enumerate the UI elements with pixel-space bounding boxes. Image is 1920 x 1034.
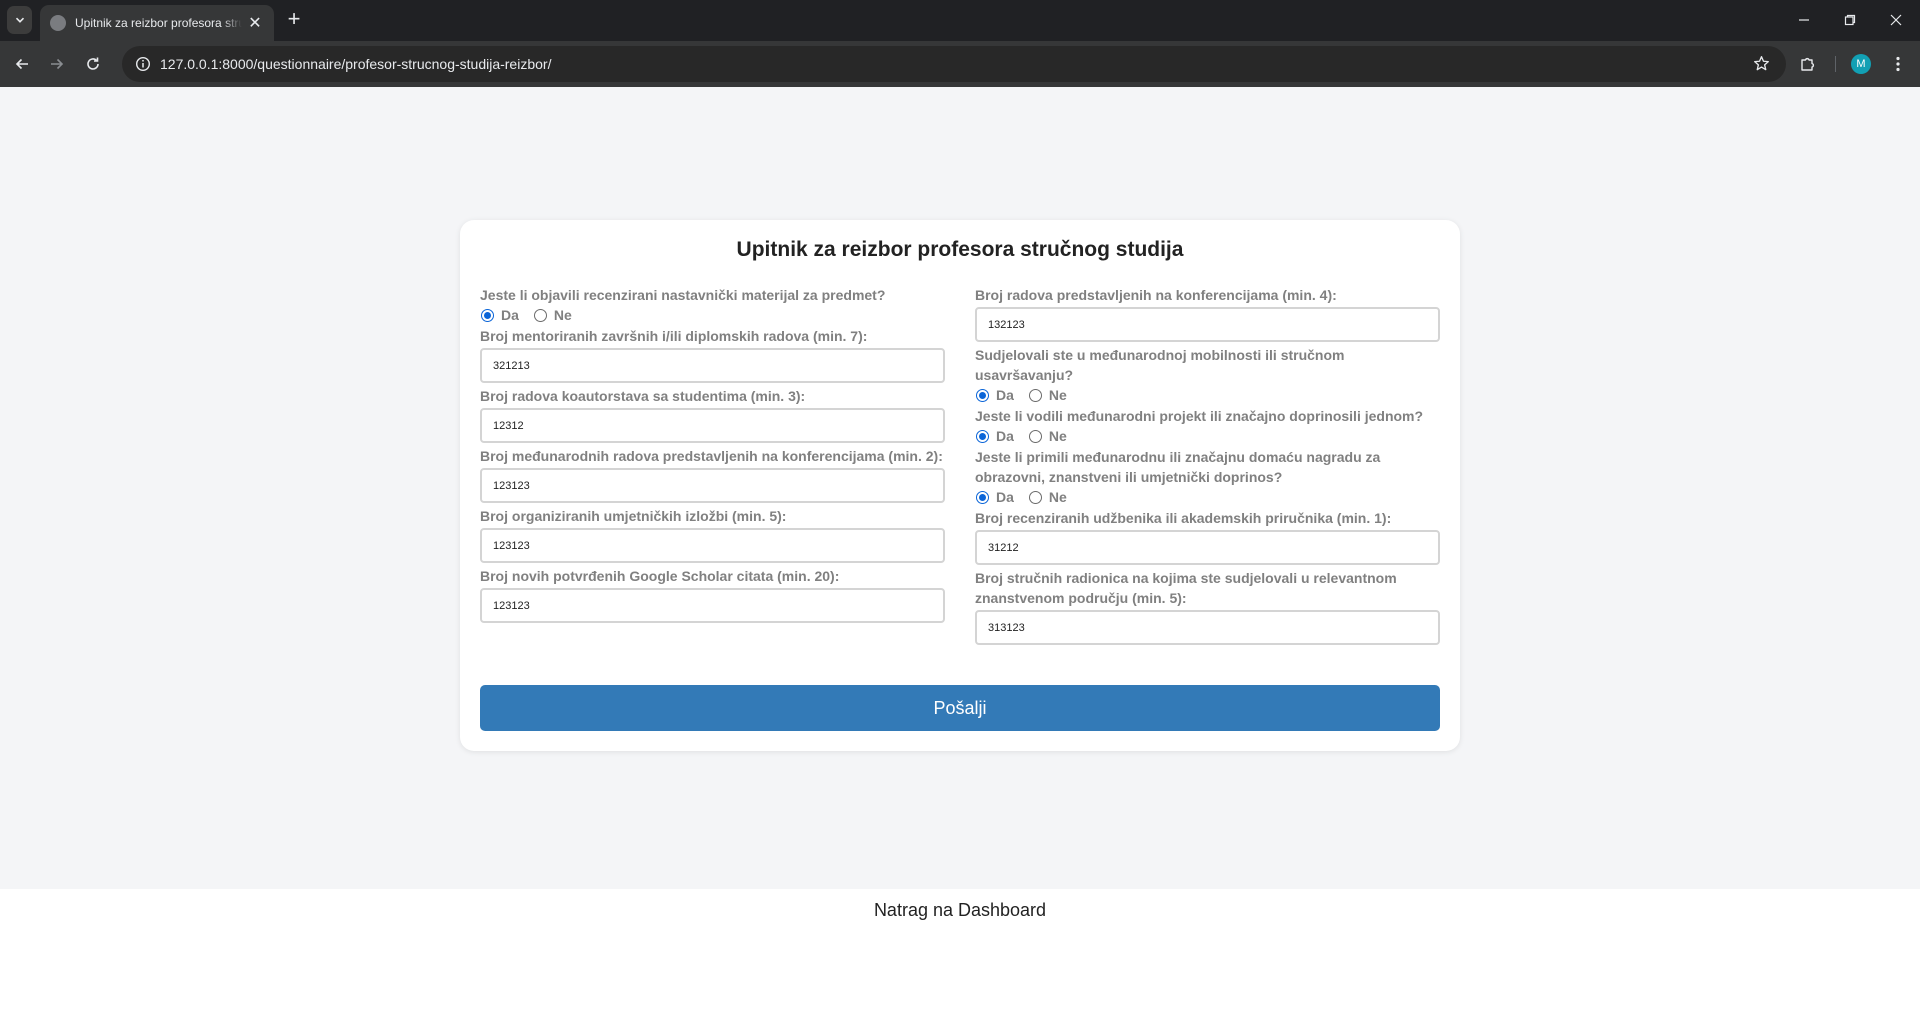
radio-yes[interactable]: [976, 490, 989, 504]
arrow-right-icon: [51, 58, 64, 70]
radio-no[interactable]: [1028, 490, 1042, 504]
puzzle-icon: [1801, 57, 1815, 71]
globe-icon: [50, 15, 66, 31]
field-label: Broj organiziranih umjetničkih izložbi (…: [480, 508, 787, 524]
radio-group: Da Ne: [975, 426, 1440, 446]
new-tab-button[interactable]: +: [281, 7, 307, 33]
restore-icon: [1844, 14, 1856, 26]
back-to-dashboard-link[interactable]: Natrag na Dashboard: [0, 900, 1920, 921]
reload-button[interactable]: [79, 50, 107, 78]
address-bar[interactable]: 127.0.0.1:8000/questionnaire/profesor-st…: [122, 46, 1786, 82]
kebab-menu-icon: [1896, 56, 1900, 72]
toolbar-divider: [1835, 56, 1836, 72]
browser-toolbar: 127.0.0.1:8000/questionnaire/profesor-st…: [0, 41, 1920, 87]
question-label: Sudjelovali ste u međunarodnoj mobilnost…: [975, 347, 1345, 383]
radio-yes[interactable]: [976, 388, 989, 402]
info-icon: [135, 56, 151, 72]
question-label: Jeste li objavili recenzirani nastavničk…: [480, 287, 886, 303]
number-input[interactable]: 123123: [480, 468, 945, 503]
radio-yes[interactable]: [976, 429, 989, 443]
minimize-icon: [1799, 19, 1809, 21]
bookmark-star-button[interactable]: [1753, 55, 1770, 77]
question-label: Jeste li vodili međunarodni projekt ili …: [975, 408, 1424, 424]
url-text: 127.0.0.1:8000/questionnaire/profesor-st…: [160, 56, 552, 72]
star-icon: [1754, 56, 1769, 71]
reload-icon: [87, 57, 99, 70]
radio-yes[interactable]: [481, 308, 494, 322]
submit-button[interactable]: Pošalji: [480, 685, 1440, 731]
radio-group: Da Ne: [975, 487, 1440, 507]
close-tab-icon[interactable]: ✕: [246, 13, 264, 33]
radio-no[interactable]: [1028, 429, 1042, 443]
radio-no[interactable]: [1028, 388, 1042, 402]
browser-tabstrip: Upitnik za reizbor profesora stručnog st…: [0, 0, 1920, 41]
field-label: Broj radova koautorstava sa studentima (…: [480, 388, 806, 404]
restore-button[interactable]: [1830, 6, 1870, 34]
arrow-left-icon: [15, 58, 28, 70]
number-input[interactable]: 321213: [480, 348, 945, 383]
field-label: Broj mentoriranih završnih i/ili diploms…: [480, 328, 868, 344]
radio-group: Da Ne: [480, 305, 945, 325]
radio-no-label[interactable]: Ne: [1049, 387, 1067, 403]
radio-yes-label[interactable]: Da: [996, 428, 1014, 444]
avatar: M: [1851, 54, 1871, 74]
number-input[interactable]: 12312: [480, 408, 945, 443]
field-label: Broj recenziranih udžbenika ili akademsk…: [975, 510, 1392, 526]
tab-search-button[interactable]: [7, 6, 32, 34]
number-input[interactable]: 132123: [975, 307, 1440, 342]
field-label: Broj stručnih radionica na kojima ste su…: [975, 570, 1397, 606]
radio-no[interactable]: [533, 308, 547, 322]
number-input[interactable]: 123123: [480, 528, 945, 563]
radio-group: Da Ne: [975, 385, 1440, 405]
browser-menu-button[interactable]: [1884, 50, 1912, 78]
minimize-button[interactable]: [1784, 6, 1824, 34]
radio-no-label[interactable]: Ne: [1049, 489, 1067, 505]
radio-yes-label[interactable]: Da: [501, 307, 519, 323]
forward-button[interactable]: [43, 50, 71, 78]
back-button[interactable]: [8, 50, 36, 78]
radio-no-label[interactable]: Ne: [1049, 428, 1067, 444]
profile-button[interactable]: M: [1847, 50, 1875, 78]
radio-yes-label[interactable]: Da: [996, 489, 1014, 505]
browser-tab-active[interactable]: Upitnik za reizbor profesora stručnog st…: [40, 5, 274, 41]
form-column-left: Jeste li objavili recenzirani nastavničk…: [480, 285, 945, 626]
form-column-right: Broj radova predstavljenih na konferenci…: [975, 285, 1440, 648]
site-info-button[interactable]: [128, 56, 158, 72]
field-label: Broj novih potvrđenih Google Scholar cit…: [480, 568, 840, 584]
close-window-button[interactable]: [1876, 6, 1916, 34]
page-title: Upitnik za reizbor profesora stručnog st…: [736, 238, 1184, 261]
extensions-button[interactable]: [1794, 50, 1822, 78]
number-input[interactable]: 123123: [480, 588, 945, 623]
field-label: Broj međunarodnih radova predstavljenih …: [480, 448, 943, 464]
question-label: Jeste li primili međunarodnu ili značajn…: [975, 449, 1381, 485]
close-icon: [1890, 14, 1902, 26]
field-label: Broj radova predstavljenih na konferenci…: [975, 287, 1337, 303]
page-background: Upitnik za reizbor profesora stručnog st…: [0, 87, 1920, 889]
questionnaire-card: Upitnik za reizbor profesora stručnog st…: [460, 220, 1460, 751]
tab-title: Upitnik za reizbor profesora stručnog st…: [75, 16, 242, 30]
number-input[interactable]: 313123: [975, 610, 1440, 645]
radio-no-label[interactable]: Ne: [554, 307, 572, 323]
radio-yes-label[interactable]: Da: [996, 387, 1014, 403]
number-input[interactable]: 31212: [975, 530, 1440, 565]
chevron-down-icon: [15, 17, 24, 23]
